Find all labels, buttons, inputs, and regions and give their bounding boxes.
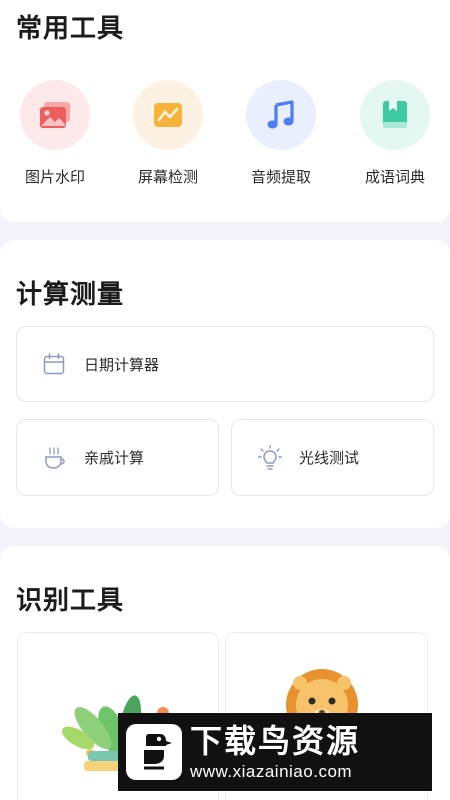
relative-calculator-label: 亲戚计算 bbox=[84, 449, 145, 467]
calendar-icon bbox=[43, 353, 65, 375]
light-test-label: 光线测试 bbox=[299, 449, 360, 467]
tool-screen-test[interactable]: 屏幕检测 bbox=[118, 80, 218, 187]
screen-test-icon bbox=[133, 80, 203, 150]
tool-audio-extract[interactable]: 音频提取 bbox=[231, 80, 331, 187]
light-bulb-icon bbox=[258, 444, 282, 471]
tool-label: 成语词典 bbox=[364, 168, 425, 186]
book-icon bbox=[360, 80, 430, 150]
music-note-icon bbox=[246, 80, 316, 150]
tea-cup-icon bbox=[43, 446, 67, 470]
tool-label: 图片水印 bbox=[24, 168, 85, 186]
relative-calculator-button[interactable]: 亲戚计算 bbox=[16, 419, 219, 496]
image-watermark-icon bbox=[20, 80, 90, 150]
section-title-recognition: 识别工具 bbox=[16, 586, 125, 616]
section-title-common-tools: 常用工具 bbox=[16, 14, 125, 44]
bird-logo-icon bbox=[126, 724, 182, 780]
tool-label: 屏幕检测 bbox=[137, 168, 198, 186]
section-title-calc: 计算测量 bbox=[16, 280, 125, 310]
light-test-button[interactable]: 光线测试 bbox=[231, 419, 434, 496]
tool-label: 音频提取 bbox=[250, 168, 311, 186]
watermark-banner: 下载鸟资源 www.xiazainiao.com bbox=[118, 713, 432, 791]
watermark-url: www.xiazainiao.com bbox=[190, 762, 353, 781]
watermark-title: 下载鸟资源 bbox=[190, 722, 361, 760]
tool-idiom-dictionary[interactable]: 成语词典 bbox=[345, 80, 445, 187]
date-calculator-button[interactable]: 日期计算器 bbox=[16, 326, 434, 402]
tool-image-watermark[interactable]: 图片水印 bbox=[5, 80, 105, 187]
date-calculator-label: 日期计算器 bbox=[84, 355, 160, 374]
